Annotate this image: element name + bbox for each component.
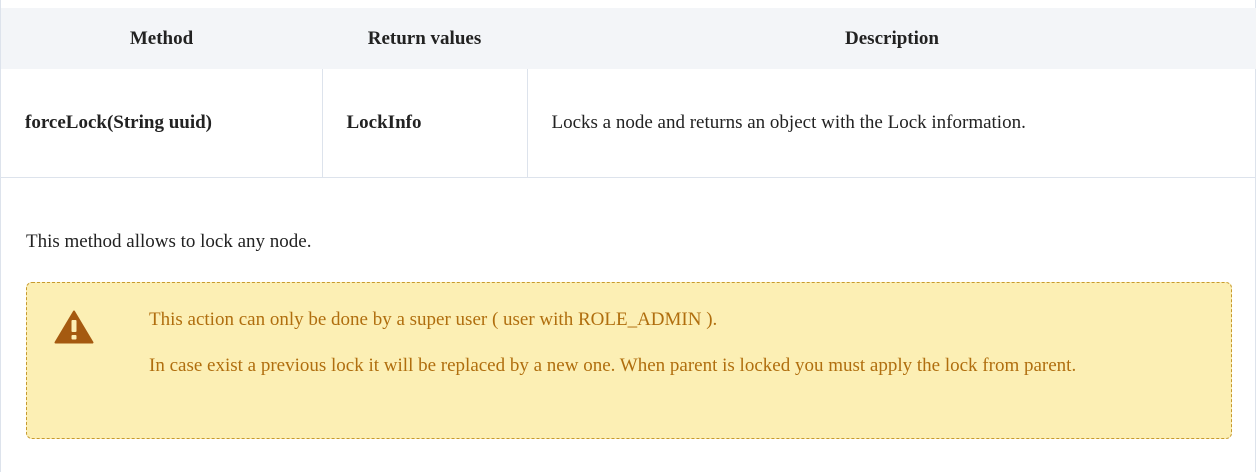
cell-method: forceLock(String uuid) [1, 69, 323, 178]
table-header-row: Method Return values Description [1, 8, 1256, 69]
header-return-values: Return values [322, 8, 527, 69]
warning-triangle-icon [54, 310, 94, 344]
method-table: Method Return values Description forceLo… [1, 8, 1256, 178]
cell-return-value: LockInfo [322, 69, 528, 178]
warning-box: This action can only be done by a super … [26, 282, 1232, 439]
table-row: forceLock(String uuid) LockInfo Locks a … [1, 69, 1256, 178]
content-frame: Method Return values Description forceLo… [0, 0, 1256, 472]
warning-line-2: In case exist a previous lock it will be… [149, 355, 1077, 376]
header-method: Method [1, 8, 322, 69]
header-description: Description [527, 8, 1256, 69]
warning-line-1: This action can only be done by a super … [149, 309, 718, 330]
method-description-text: This method allows to lock any node. [26, 231, 312, 252]
cell-description: Locks a node and returns an object with … [527, 69, 1256, 178]
